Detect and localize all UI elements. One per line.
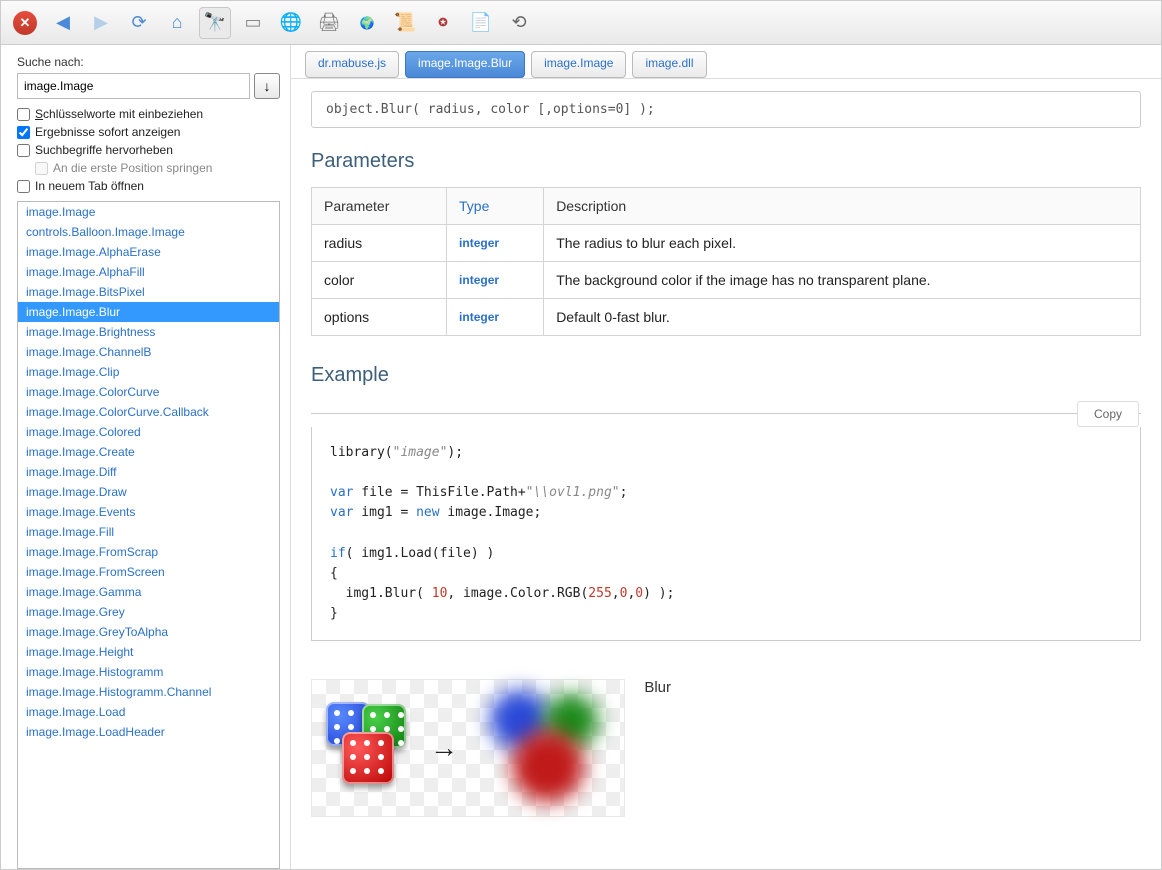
result-item[interactable]: image.Image.Histogramm.Channel xyxy=(18,682,279,702)
dice-blurred-icon xyxy=(476,688,616,808)
result-item[interactable]: controls.Balloon.Image.Image xyxy=(18,222,279,242)
result-item[interactable]: image.Image.Events xyxy=(18,502,279,522)
result-item[interactable]: image.Image.Create xyxy=(18,442,279,462)
sidebar: Suche nach: ↓ Schlüsselworte mit einbezi… xyxy=(1,45,291,869)
home-button[interactable]: ⌂ xyxy=(161,7,193,39)
example-code: library("image"); var file = ThisFile.Pa… xyxy=(311,427,1141,641)
result-item[interactable]: image.Image.BitsPixel xyxy=(18,282,279,302)
arrow-icon: → xyxy=(430,732,458,764)
result-item[interactable]: image.Image.Grey xyxy=(18,602,279,622)
toolbar: ✕ ◀ ▶ ⟳ ⌂ 🔭 ▭ 🌐 🖨 🌍 📜 ✪ 📄 ⟲ xyxy=(1,1,1161,45)
web-home-button[interactable]: 🌐 xyxy=(275,7,307,39)
result-item[interactable]: image.Image.AlphaFill xyxy=(18,262,279,282)
page-button[interactable]: 📄 xyxy=(465,7,497,39)
doc-body[interactable]: object.Blur( radius, color [,options=0] … xyxy=(291,79,1161,869)
tab[interactable]: image.Image xyxy=(531,51,626,78)
result-item[interactable]: image.Image.ColorCurve.Callback xyxy=(18,402,279,422)
result-item[interactable]: image.Image.Diff xyxy=(18,462,279,482)
tabs-bar: dr.mabuse.jsimage.Image.Blurimage.Imagei… xyxy=(291,45,1161,79)
result-item[interactable]: image.Image.AlphaErase xyxy=(18,242,279,262)
tab[interactable]: dr.mabuse.js xyxy=(305,51,399,78)
syntax-box: object.Blur( radius, color [,options=0] … xyxy=(311,91,1141,128)
example-figure: → xyxy=(311,679,625,817)
results-list[interactable]: image.Imagecontrols.Balloon.Image.Imagei… xyxy=(17,201,280,869)
copy-button[interactable]: Copy xyxy=(1077,401,1139,427)
tab[interactable]: image.Image.Blur xyxy=(405,51,525,78)
result-item[interactable]: image.Image.Brightness xyxy=(18,322,279,342)
certificate-button[interactable]: 📜 xyxy=(389,7,421,39)
result-item[interactable]: image.Image.Draw xyxy=(18,482,279,502)
content-pane: dr.mabuse.jsimage.Image.Blurimage.Imagei… xyxy=(291,45,1161,869)
opt-highlight[interactable]: Suchbegriffe hervorheben xyxy=(17,143,280,157)
opt-newtab[interactable]: In neuem Tab öffnen xyxy=(17,179,280,193)
sample-stamp-button[interactable]: ✪ xyxy=(427,7,459,39)
new-tab-button[interactable]: ▭ xyxy=(237,7,269,39)
tab[interactable]: image.dll xyxy=(632,51,706,78)
back-button[interactable]: ◀ xyxy=(47,7,79,39)
search-input[interactable] xyxy=(17,73,250,99)
print-button[interactable]: 🖨 xyxy=(313,7,345,39)
table-row: optionsintegerDefault 0-fast blur. xyxy=(312,299,1141,336)
globe-small-button[interactable]: 🌍 xyxy=(351,7,383,39)
sync-button[interactable]: ⟲ xyxy=(503,7,535,39)
section-parameters: Parameters xyxy=(311,150,1141,173)
result-item[interactable]: image.Image.Height xyxy=(18,642,279,662)
section-example: Example xyxy=(311,364,1141,387)
table-row: colorintegerThe background color if the … xyxy=(312,262,1141,299)
result-item[interactable]: image.Image.Load xyxy=(18,702,279,722)
result-item[interactable]: image.Image.ChannelB xyxy=(18,342,279,362)
dice-original-icon xyxy=(320,702,412,794)
result-item[interactable]: image.Image.FromScrap xyxy=(18,542,279,562)
result-item[interactable]: image.Image.Gamma xyxy=(18,582,279,602)
opt-keywords[interactable]: Schlüsselworte mit einbeziehen xyxy=(17,107,280,121)
figure-caption: Blur xyxy=(644,679,671,696)
result-item[interactable]: image.Image.FromScreen xyxy=(18,562,279,582)
th-parameter: Parameter xyxy=(312,188,447,225)
refresh-button[interactable]: ⟳ xyxy=(123,7,155,39)
close-button[interactable]: ✕ xyxy=(9,7,41,39)
result-item[interactable]: image.Image.LoadHeader xyxy=(18,722,279,742)
result-item[interactable]: image.Image.Blur xyxy=(18,302,279,322)
search-go-button[interactable]: ↓ xyxy=(254,73,280,99)
search-binoculars-button[interactable]: 🔭 xyxy=(199,7,231,39)
opt-jumpfirst[interactable]: An die erste Position springen xyxy=(35,161,280,175)
search-label: Suche nach: xyxy=(17,55,280,69)
app-window: ✕ ◀ ▶ ⟳ ⌂ 🔭 ▭ 🌐 🖨 🌍 📜 ✪ 📄 ⟲ Suche nach: … xyxy=(0,0,1162,870)
th-type: Type xyxy=(447,188,544,225)
result-item[interactable]: image.Image.GreyToAlpha xyxy=(18,622,279,642)
opt-instant[interactable]: Ergebnisse sofort anzeigen xyxy=(17,125,280,139)
result-item[interactable]: image.Image.Fill xyxy=(18,522,279,542)
result-item[interactable]: image.Image.Clip xyxy=(18,362,279,382)
result-item[interactable]: image.Image.ColorCurve xyxy=(18,382,279,402)
result-item[interactable]: image.Image xyxy=(18,202,279,222)
result-item[interactable]: image.Image.Histogramm xyxy=(18,662,279,682)
forward-button[interactable]: ▶ xyxy=(85,7,117,39)
th-description: Description xyxy=(544,188,1141,225)
table-row: radiusintegerThe radius to blur each pix… xyxy=(312,225,1141,262)
result-item[interactable]: image.Image.Colored xyxy=(18,422,279,442)
parameters-table: Parameter Type Description radiusinteger… xyxy=(311,187,1141,336)
